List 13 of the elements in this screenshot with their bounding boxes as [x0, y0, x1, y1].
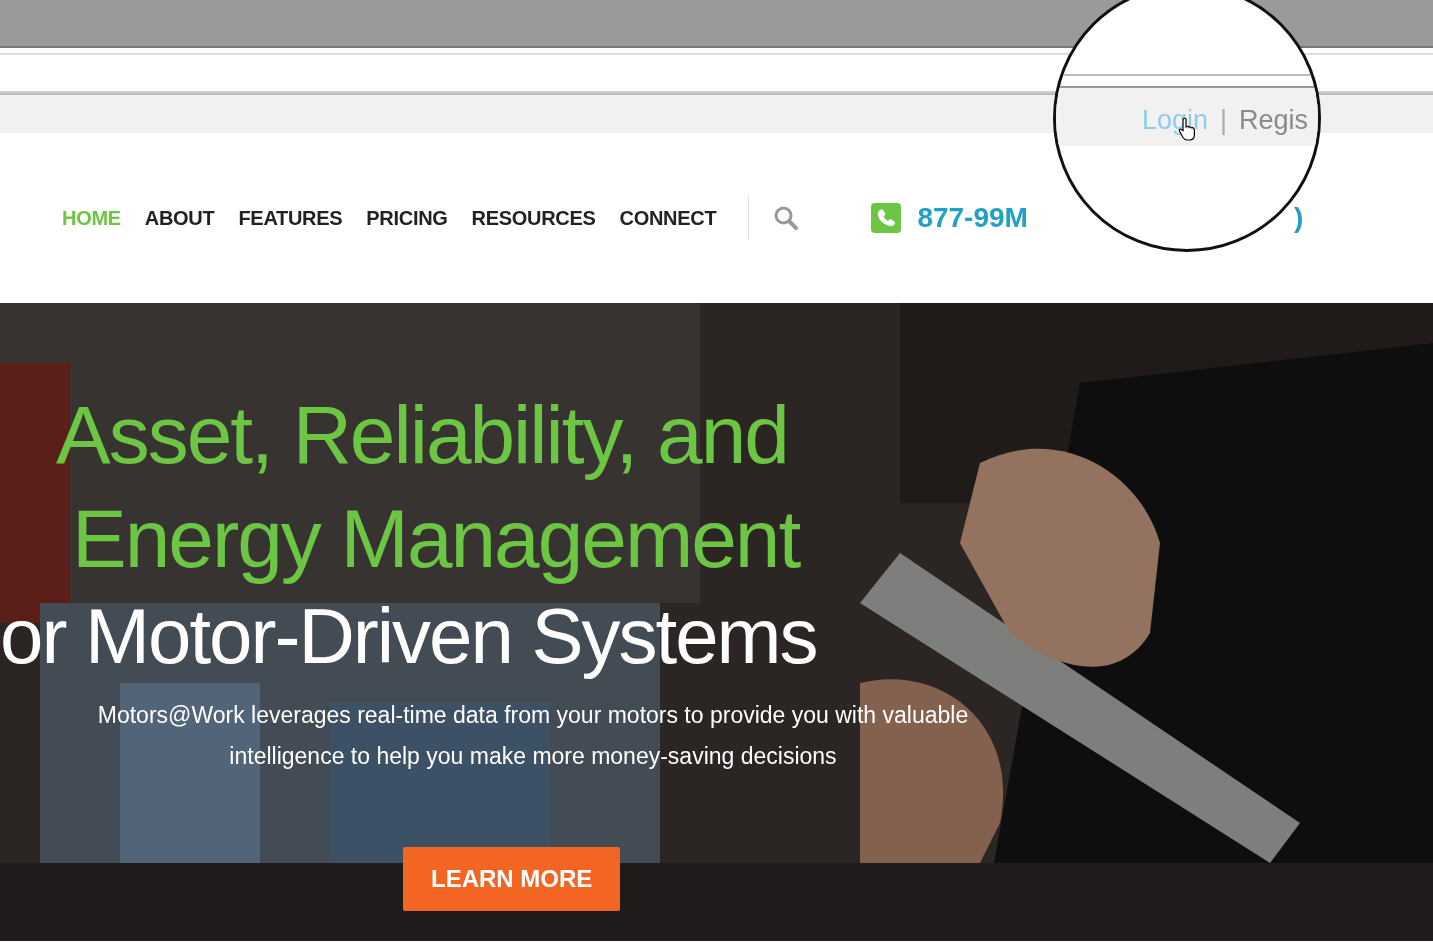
hero-text: Motors@Work leverages real-time data from your motors to provide you with valuable intelligence to help you make more money-saving decisions: [96, 701, 970, 771]
hero-heading: Energy Management: [71, 492, 802, 586]
phone-icon: [871, 203, 902, 233]
separator: |: [1220, 103, 1228, 137]
nav-link[interactable]: FEATURES: [238, 203, 343, 233]
nav-link[interactable]: ABOUT: [144, 203, 215, 233]
hero-heading: Asset, Reliability, and: [55, 388, 789, 482]
nav-link[interactable]: PRICING: [366, 203, 448, 233]
nav-link[interactable]: RESOURCES: [471, 203, 596, 233]
hero-subheading: or Motor-Driven Systems: [0, 591, 818, 681]
nav-link[interactable]: CONNECT: [619, 203, 717, 233]
search-icon[interactable]: [773, 205, 800, 231]
phone-text: ): [1293, 201, 1304, 235]
